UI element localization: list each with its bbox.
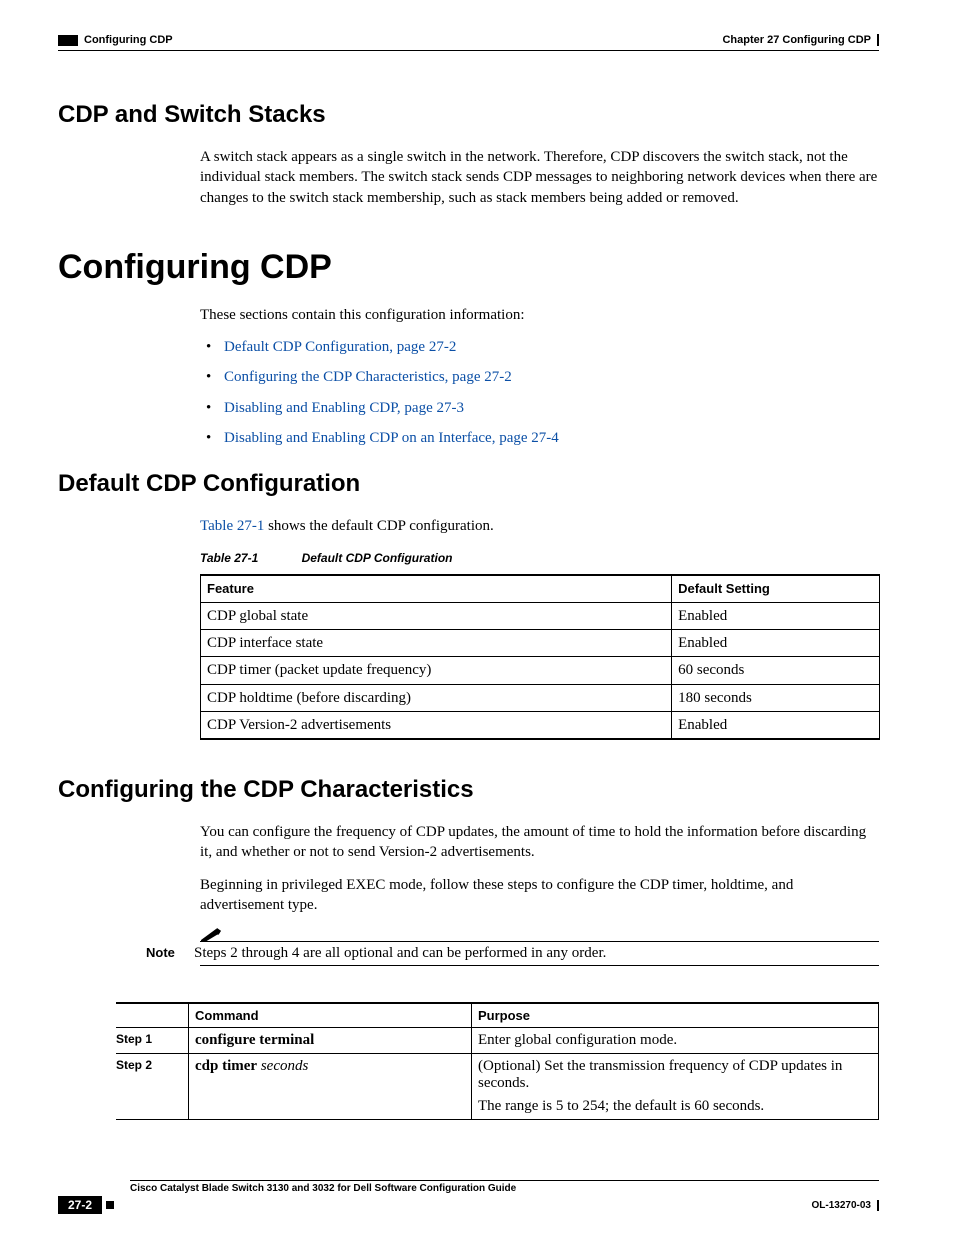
footer-rule <box>130 1180 879 1181</box>
link-item: Configuring the CDP Characteristics, pag… <box>200 367 879 387</box>
link-config-cdp-characteristics[interactable]: Configuring the CDP Characteristics, pag… <box>224 369 512 385</box>
cell-setting: 60 seconds <box>672 657 880 684</box>
note-label: Note <box>146 945 180 960</box>
cell-feature: CDP Version-2 advertisements <box>201 711 672 739</box>
section-cdp-switch-stacks-title: CDP and Switch Stacks <box>58 101 879 129</box>
cell-setting: 180 seconds <box>672 684 880 711</box>
page-number-box: 27-2 <box>58 1196 102 1214</box>
cmd-bold-text: cdp timer <box>195 1058 257 1074</box>
link-item: Disabling and Enabling CDP on an Interfa… <box>200 428 879 448</box>
header-section-label: Configuring CDP <box>84 34 173 46</box>
table-row: CDP timer (packet update frequency)60 se… <box>201 657 880 684</box>
table-row: CDP holdtime (before discarding)180 seco… <box>201 684 880 711</box>
table-caption-title: Default CDP Configuration <box>302 551 453 565</box>
main-heading: Configuring CDP <box>58 248 879 287</box>
link-table-27-1[interactable]: Table 27-1 <box>200 518 264 534</box>
cmd-row: Step 2 cdp timer seconds (Optional) Set … <box>116 1054 879 1120</box>
section2-intro: Table 27-1 shows the default CDP configu… <box>200 516 879 536</box>
cmd-header-command: Command <box>189 1003 472 1028</box>
footer-marker-icon <box>106 1201 114 1209</box>
cmd-row: Step 1 configure terminal Enter global c… <box>116 1028 879 1054</box>
cell-feature: CDP interface state <box>201 630 672 657</box>
link-list: Default CDP Configuration, page 27-2 Con… <box>200 337 879 448</box>
table-caption: Table 27-1 Default CDP Configuration <box>200 550 879 566</box>
link-item: Disabling and Enabling CDP, page 27-3 <box>200 398 879 418</box>
header-marker-icon <box>58 35 78 46</box>
cmd-purpose-line2: The range is 5 to 254; the default is 60… <box>478 1098 872 1115</box>
link-item: Default CDP Configuration, page 27-2 <box>200 337 879 357</box>
cmd-bold-text: configure terminal <box>195 1032 314 1048</box>
section-config-cdp-characteristics-title: Configuring the CDP Characteristics <box>58 776 879 804</box>
cmd-header-purpose: Purpose <box>472 1003 879 1028</box>
cell-feature: CDP timer (packet update frequency) <box>201 657 672 684</box>
footer-doc-id: OL-13270-03 <box>812 1200 879 1211</box>
default-cdp-config-table: Feature Default Setting CDP global state… <box>200 574 880 740</box>
table-caption-label: Table 27-1 <box>200 551 258 565</box>
header-divider <box>58 50 879 51</box>
cmd-command: cdp timer seconds <box>189 1054 472 1120</box>
table-header-default-setting: Default Setting <box>672 575 880 602</box>
table-row: CDP global stateEnabled <box>201 602 880 629</box>
cell-feature: CDP global state <box>201 602 672 629</box>
link-default-cdp-config[interactable]: Default CDP Configuration, page 27-2 <box>224 339 456 355</box>
footer-doc-title: Cisco Catalyst Blade Switch 3130 and 303… <box>130 1183 879 1194</box>
cmd-purpose: Enter global configuration mode. <box>472 1028 879 1054</box>
cell-setting: Enabled <box>672 711 880 739</box>
section-default-cdp-config-title: Default CDP Configuration <box>58 470 879 498</box>
cell-setting: Enabled <box>672 630 880 657</box>
cmd-step: Step 1 <box>116 1028 189 1054</box>
cmd-step: Step 2 <box>116 1054 189 1120</box>
cmd-purpose: (Optional) Set the transmission frequenc… <box>472 1054 879 1120</box>
note-bottom-rule <box>200 965 879 966</box>
cmd-purpose-line1: (Optional) Set the transmission frequenc… <box>478 1058 872 1092</box>
cmd-italic-text: seconds <box>261 1058 309 1074</box>
section3-p1: You can configure the frequency of CDP u… <box>200 822 879 863</box>
section1-body: A switch stack appears as a single switc… <box>200 147 879 208</box>
section3-p2: Beginning in privileged EXEC mode, follo… <box>200 875 879 916</box>
intro-paragraph: These sections contain this configuratio… <box>200 305 879 325</box>
cell-setting: Enabled <box>672 602 880 629</box>
table-row: CDP Version-2 advertisementsEnabled <box>201 711 880 739</box>
note-text: Steps 2 through 4 are all optional and c… <box>194 945 879 962</box>
section2-intro-suffix: shows the default CDP configuration. <box>264 518 493 534</box>
cmd-header-step <box>116 1003 189 1028</box>
table-header-feature: Feature <box>201 575 672 602</box>
link-disable-enable-cdp[interactable]: Disabling and Enabling CDP, page 27-3 <box>224 400 464 416</box>
header-chapter-label: Chapter 27 Configuring CDP <box>722 34 879 46</box>
table-row: CDP interface stateEnabled <box>201 630 880 657</box>
cmd-command: configure terminal <box>189 1028 472 1054</box>
command-table: Command Purpose Step 1 configure termina… <box>116 1002 879 1120</box>
cell-feature: CDP holdtime (before discarding) <box>201 684 672 711</box>
note-block: Note Steps 2 through 4 are all optional … <box>146 927 879 966</box>
link-disable-enable-cdp-interface[interactable]: Disabling and Enabling CDP on an Interfa… <box>224 430 559 446</box>
